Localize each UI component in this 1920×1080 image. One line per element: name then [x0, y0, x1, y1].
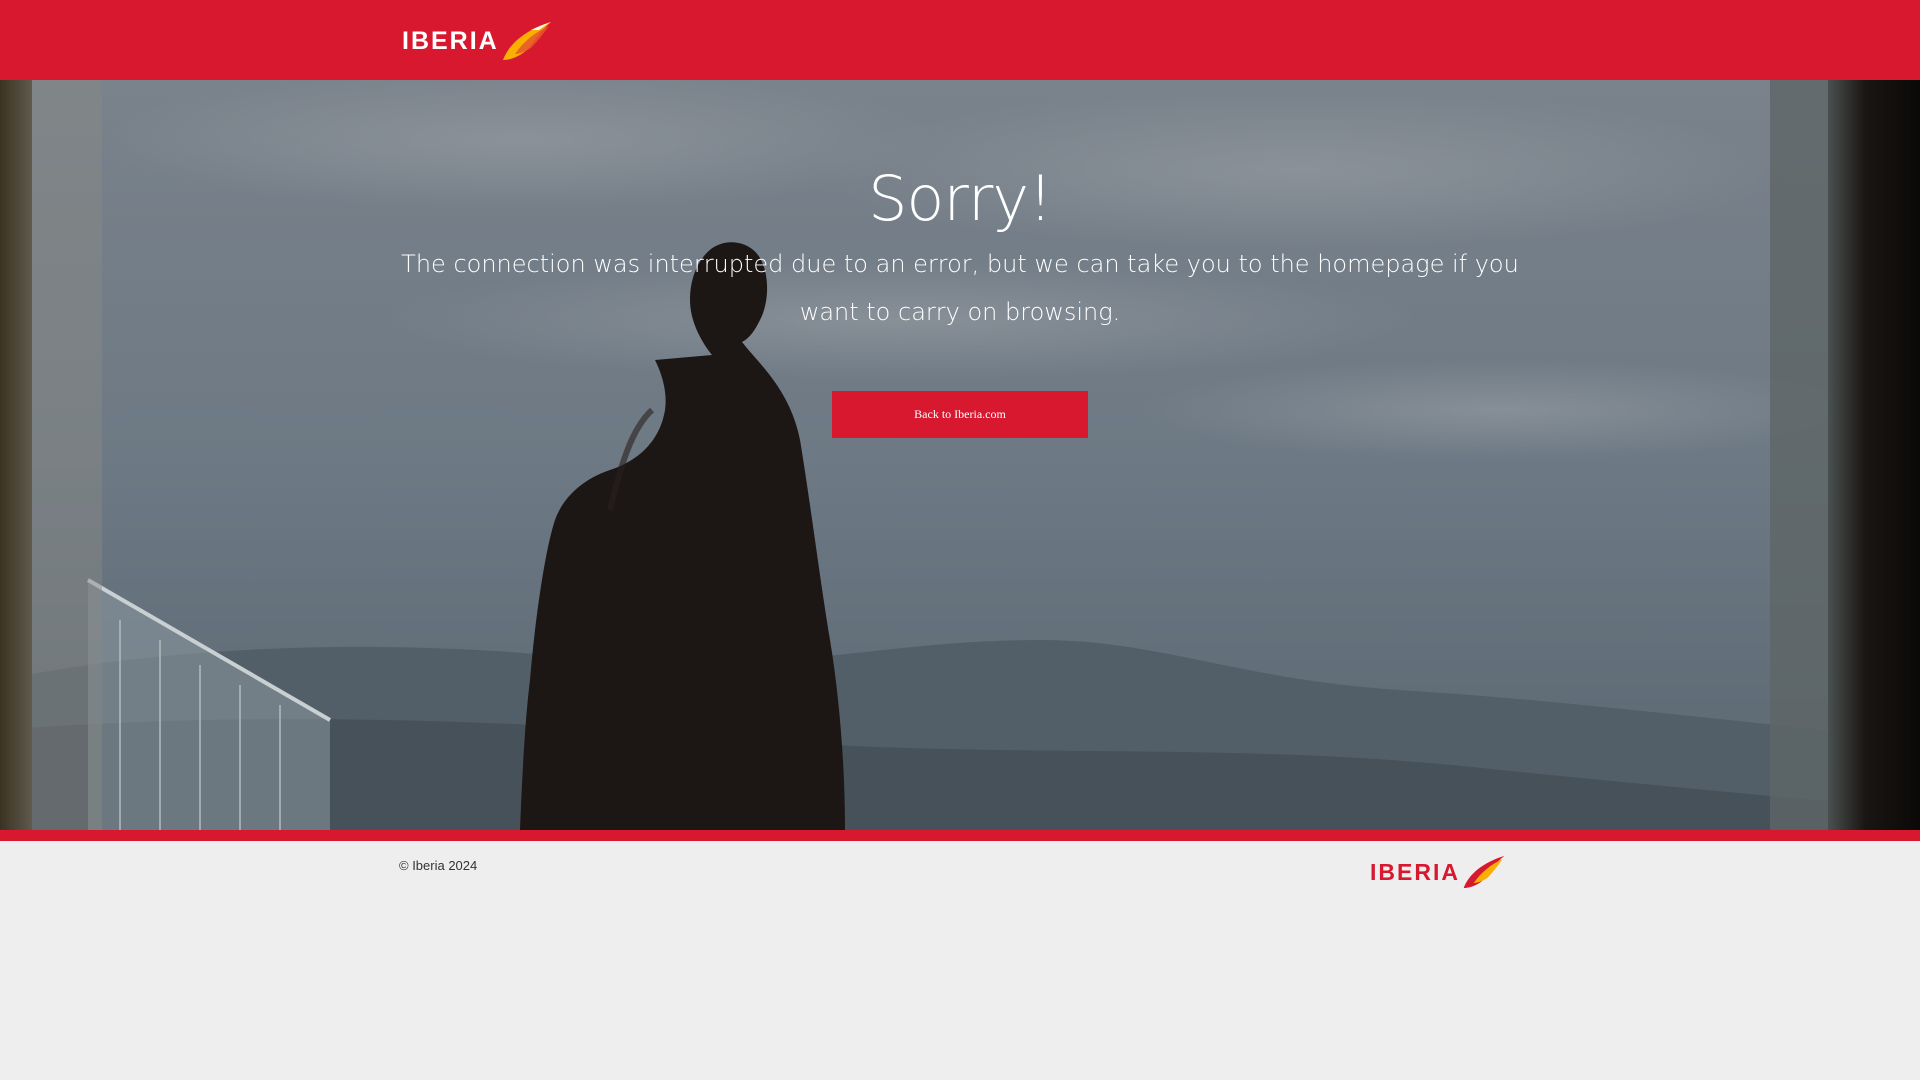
footer-iberia-wing-icon [1463, 855, 1505, 889]
copyright-text: © Iberia 2024 [399, 858, 478, 873]
iberia-wing-icon [502, 22, 551, 60]
iberia-logo[interactable]: IBERIA [402, 20, 553, 62]
footer-logo-wordmark: IBERIA [1370, 858, 1460, 885]
footer-iberia-logo[interactable]: IBERIA [1370, 854, 1506, 890]
error-message: The connection was interrupted due to an… [401, 250, 1519, 326]
error-title: Sorry! [868, 162, 1053, 235]
logo-wordmark: IBERIA [402, 26, 499, 55]
hero-section: Sorry! The connection was interrupted du… [0, 80, 1920, 830]
back-to-iberia-button[interactable]: Back to Iberia.com [832, 391, 1088, 438]
top-header: IBERIA [0, 0, 1920, 80]
footer-divider [0, 830, 1920, 841]
